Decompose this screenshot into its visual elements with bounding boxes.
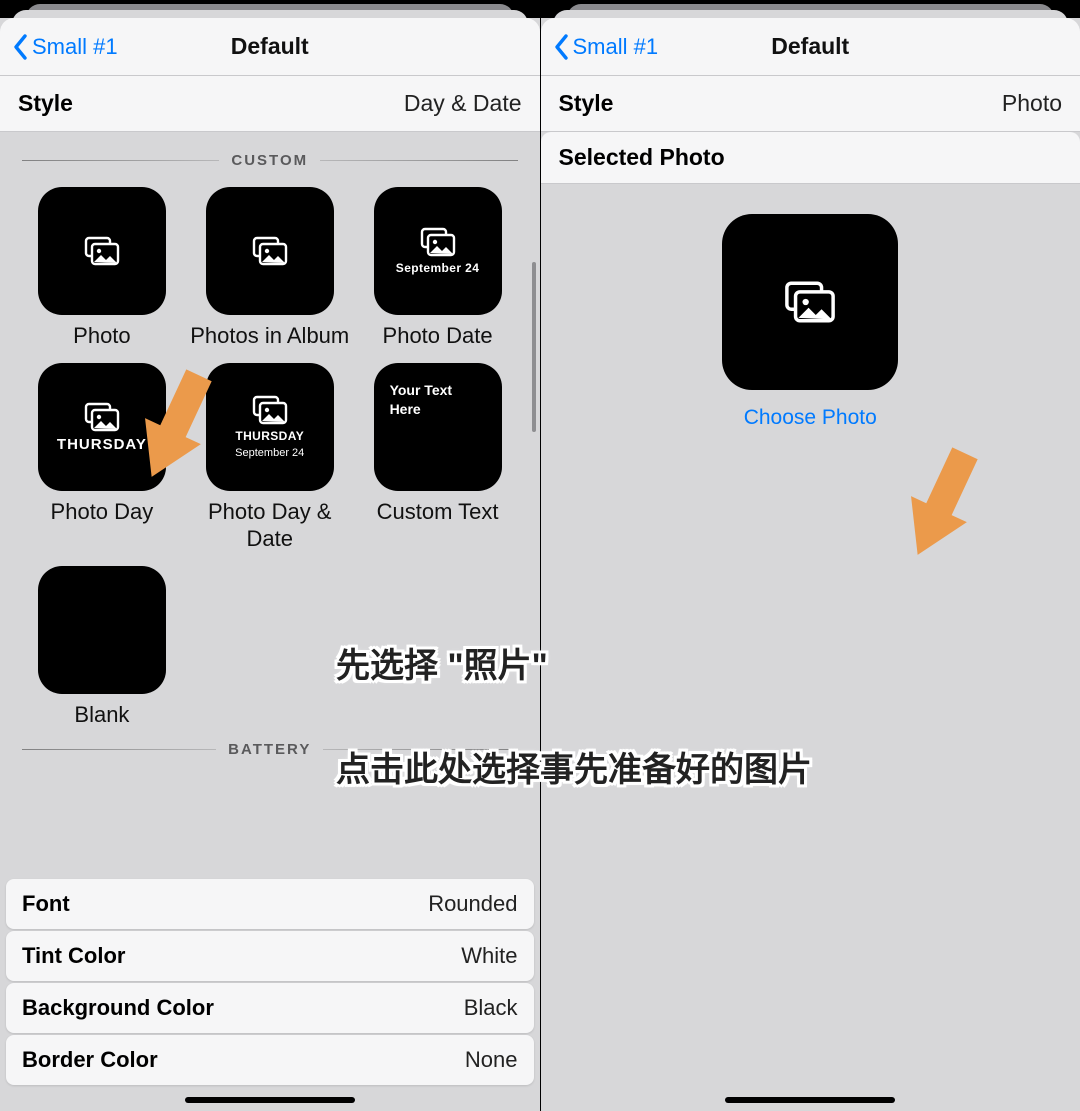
- back-button[interactable]: Small #1: [0, 34, 118, 60]
- choose-photo-button[interactable]: Choose Photo: [744, 406, 877, 430]
- option-background-color[interactable]: Background Color Black: [6, 983, 534, 1033]
- style-row[interactable]: Style Day & Date: [0, 76, 540, 132]
- scroll-indicator[interactable]: [532, 262, 536, 432]
- style-value: Photo: [1002, 90, 1062, 117]
- tile-photos-in-album[interactable]: Photos in Album: [186, 187, 354, 357]
- photo-icon: [252, 236, 288, 266]
- photo-icon: [84, 236, 120, 266]
- photo-icon: [420, 227, 456, 257]
- chevron-left-icon: [12, 34, 30, 60]
- style-row[interactable]: Style Photo: [541, 76, 1080, 132]
- photo-icon: [784, 280, 836, 324]
- card-stack-hint: [541, 0, 1080, 18]
- tile-photo-day[interactable]: THURSDAY Photo Day: [18, 363, 186, 560]
- option-border-color[interactable]: Border Color None: [6, 1035, 534, 1085]
- style-label: Style: [18, 90, 73, 117]
- style-label: Style: [559, 90, 614, 117]
- tile-photo-date[interactable]: September 24 Photo Date: [354, 187, 522, 357]
- selected-photo-thumb[interactable]: [722, 214, 898, 390]
- photo-icon: [84, 402, 120, 432]
- tile-photo-day-date[interactable]: THURSDAY September 24 Photo Day & Date: [186, 363, 354, 560]
- home-indicator[interactable]: [185, 1097, 355, 1103]
- group-header-battery: BATTERY: [0, 737, 540, 766]
- style-value: Day & Date: [404, 90, 522, 117]
- screenshot-left: Small #1 Default Style Day & Date CUSTOM…: [0, 0, 541, 1111]
- group-header-custom: CUSTOM: [0, 132, 540, 177]
- style-grid: Photo Photos in Album September 24 Photo…: [0, 177, 540, 737]
- tile-photo[interactable]: Photo: [18, 187, 186, 357]
- card-stack-hint: [0, 0, 540, 18]
- photo-icon: [252, 395, 288, 425]
- option-tint-color[interactable]: Tint Color White: [6, 931, 534, 981]
- home-indicator[interactable]: [725, 1097, 895, 1103]
- tile-custom-text[interactable]: Your Text Here Custom Text: [354, 363, 522, 560]
- selected-photo-area: Choose Photo: [541, 184, 1080, 1111]
- chevron-left-icon: [553, 34, 571, 60]
- section-selected-photo: Selected Photo: [541, 132, 1080, 184]
- style-scroll-area[interactable]: CUSTOM Photo Photos in Album: [0, 132, 540, 1111]
- screenshot-right: Small #1 Default Style Photo Selected Ph…: [541, 0, 1080, 1111]
- back-label: Small #1: [32, 34, 118, 60]
- navbar: Small #1 Default: [541, 18, 1080, 76]
- tile-blank[interactable]: Blank: [18, 566, 186, 736]
- back-button[interactable]: Small #1: [541, 34, 659, 60]
- option-rows: Font Rounded Tint Color White Background…: [6, 879, 534, 1085]
- option-font[interactable]: Font Rounded: [6, 879, 534, 929]
- back-label: Small #1: [573, 34, 659, 60]
- navbar: Small #1 Default: [0, 18, 540, 76]
